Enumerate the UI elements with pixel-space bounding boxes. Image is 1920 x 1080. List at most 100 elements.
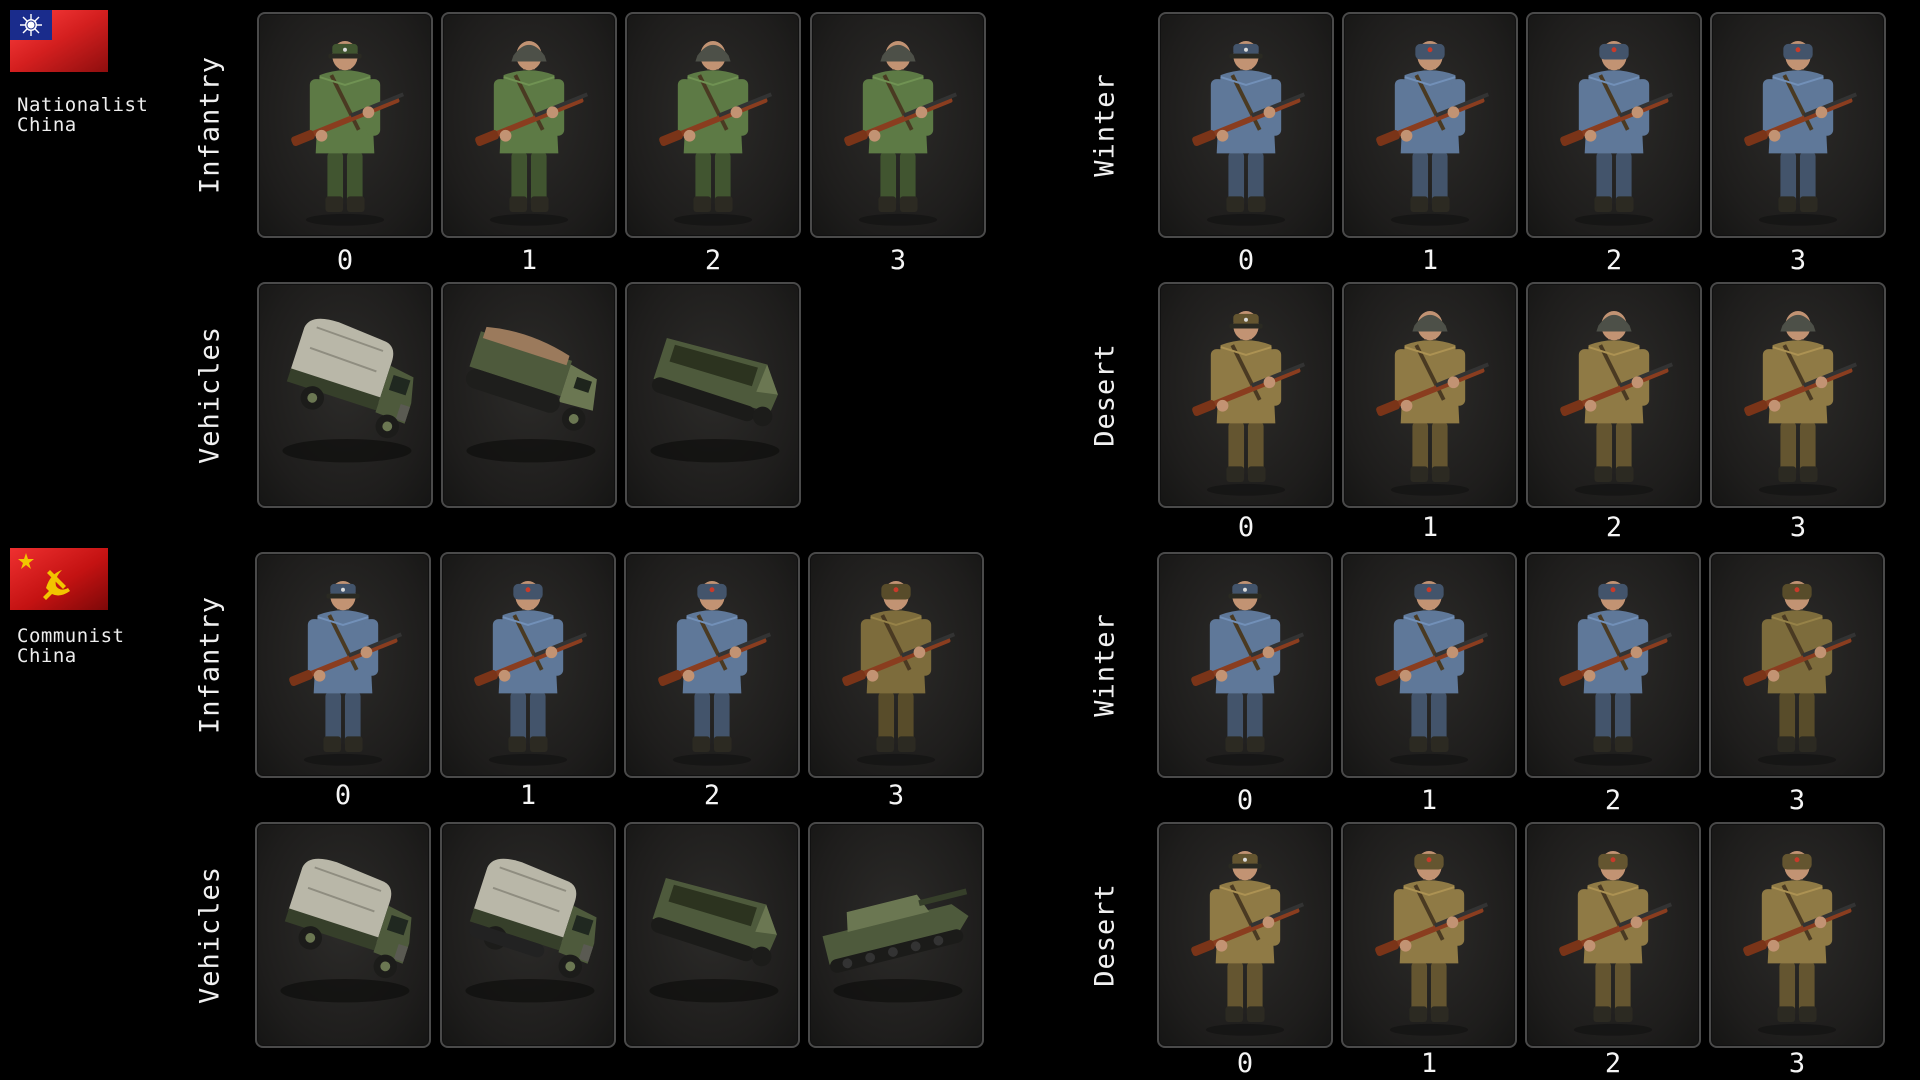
covered-halftrack-truck-icon: [465, 858, 597, 1003]
variant-number: 2: [1605, 245, 1623, 276]
variant-number: 0: [1236, 785, 1254, 816]
communist-china-flag-icon: [10, 548, 108, 610]
soldier-icon: [475, 40, 589, 226]
unit-card-communist-desert-3[interactable]: [1709, 822, 1885, 1048]
unit-card-nationalist-winter-3[interactable]: [1710, 12, 1886, 238]
variant-number: 0: [336, 245, 354, 276]
unit-card-communist-infantry-0[interactable]: [255, 552, 431, 778]
variant-number: 3: [1788, 1048, 1806, 1079]
unit-card-nationalist-infantry-2[interactable]: [625, 12, 801, 238]
soldier-icon: [1191, 850, 1305, 1036]
variant-number: 3: [887, 780, 905, 811]
soldier-icon: [1192, 310, 1306, 496]
variant-number: 1: [1420, 1048, 1438, 1079]
soldier-icon: [1376, 310, 1490, 496]
soldier-icon: [1559, 850, 1673, 1036]
nationalist-china-flag-icon: [10, 10, 108, 72]
armored-halftrack-icon: [650, 338, 780, 463]
soldier-icon: [1375, 850, 1489, 1036]
unit-card-nationalist-winter-1[interactable]: [1342, 12, 1518, 238]
unit-card-nationalist-desert-3[interactable]: [1710, 282, 1886, 508]
unit-card-communist-infantry-3[interactable]: [808, 552, 984, 778]
variant-number: 1: [519, 780, 537, 811]
soldier-icon: [1744, 310, 1858, 496]
variant-number: 3: [1789, 245, 1807, 276]
row-label-nationalist-winter: Winter: [1085, 12, 1125, 238]
unit-card-communist-vehicle-3[interactable]: [808, 822, 984, 1048]
soldier-icon: [1743, 580, 1857, 766]
faction-name-nationalist: Nationalist China: [17, 94, 149, 136]
soldier-icon: [1744, 40, 1858, 226]
variant-number: 3: [889, 245, 907, 276]
row-label-communist-vehicles: Vehicles: [190, 822, 230, 1048]
unit-card-communist-vehicle-1[interactable]: [440, 822, 616, 1048]
variant-number: 0: [1236, 1048, 1254, 1079]
soldier-icon: [1192, 40, 1306, 226]
unit-card-communist-vehicle-2[interactable]: [624, 822, 800, 1048]
unit-card-nationalist-winter-2[interactable]: [1526, 12, 1702, 238]
soldier-icon: [1376, 40, 1490, 226]
variant-number: 2: [704, 245, 722, 276]
covered-truck-icon: [280, 858, 412, 1003]
unit-card-communist-winter-2[interactable]: [1525, 552, 1701, 778]
row-label-text: Winter: [1089, 73, 1121, 177]
row-label-communist-infantry: Infantry: [190, 552, 230, 778]
variant-number: 0: [1237, 512, 1255, 543]
row-label-communist-desert: Desert: [1085, 822, 1125, 1048]
variant-number: 2: [703, 780, 721, 811]
variant-number: 2: [1604, 785, 1622, 816]
unit-card-communist-desert-2[interactable]: [1525, 822, 1701, 1048]
unit-card-nationalist-vehicle-0[interactable]: [257, 282, 433, 508]
unit-card-communist-winter-1[interactable]: [1341, 552, 1517, 778]
soldier-icon: [1191, 580, 1305, 766]
unit-card-nationalist-infantry-3[interactable]: [810, 12, 986, 238]
unit-card-nationalist-desert-0[interactable]: [1158, 282, 1334, 508]
unit-card-communist-desert-1[interactable]: [1341, 822, 1517, 1048]
variant-number: 1: [1420, 785, 1438, 816]
row-label-text: Desert: [1089, 883, 1121, 987]
variant-number: 3: [1788, 785, 1806, 816]
variant-number: 1: [1421, 245, 1439, 276]
variant-number: 1: [520, 245, 538, 276]
unit-card-communist-desert-0[interactable]: [1157, 822, 1333, 1048]
unit-card-nationalist-vehicle-2[interactable]: [625, 282, 801, 508]
row-label-text: Desert: [1089, 343, 1121, 447]
soldier-icon: [1375, 580, 1489, 766]
unit-card-nationalist-winter-0[interactable]: [1158, 12, 1334, 238]
soldier-icon: [1560, 310, 1674, 496]
unit-card-communist-infantry-1[interactable]: [440, 552, 616, 778]
unit-card-communist-winter-0[interactable]: [1157, 552, 1333, 778]
unit-card-communist-infantry-2[interactable]: [624, 552, 800, 778]
variant-number: 3: [1789, 512, 1807, 543]
soldier-icon: [1559, 580, 1673, 766]
unit-card-nationalist-infantry-1[interactable]: [441, 12, 617, 238]
variant-number: 2: [1604, 1048, 1622, 1079]
faction-name-communist: Communist China: [17, 625, 125, 667]
row-label-text: Vehicles: [194, 325, 226, 465]
row-label-nationalist-infantry: Infantry: [190, 12, 230, 238]
unit-card-nationalist-vehicle-1[interactable]: [441, 282, 617, 508]
soldier-icon: [289, 580, 403, 766]
row-label-text: Winter: [1089, 613, 1121, 717]
soldier-icon: [844, 40, 958, 226]
soldier-icon: [1743, 850, 1857, 1036]
row-label-text: Infantry: [194, 595, 226, 735]
row-label-nationalist-vehicles: Vehicles: [190, 282, 230, 508]
unit-card-communist-winter-3[interactable]: [1709, 552, 1885, 778]
unit-card-communist-vehicle-0[interactable]: [255, 822, 431, 1048]
soldier-icon: [291, 40, 405, 226]
halftrack-truck-icon: [465, 326, 597, 463]
soldier-icon: [474, 580, 588, 766]
row-label-text: Vehicles: [194, 865, 226, 1005]
unit-card-nationalist-desert-1[interactable]: [1342, 282, 1518, 508]
variant-number: 0: [1237, 245, 1255, 276]
unit-card-nationalist-infantry-0[interactable]: [257, 12, 433, 238]
soldier-icon: [658, 580, 772, 766]
row-label-nationalist-desert: Desert: [1085, 282, 1125, 508]
variant-number: 1: [1421, 512, 1439, 543]
row-label-text: Infantry: [194, 55, 226, 195]
soldier-icon: [659, 40, 773, 226]
unit-card-nationalist-desert-2[interactable]: [1526, 282, 1702, 508]
armored-halftrack-icon: [649, 878, 779, 1003]
variant-number: 2: [1605, 512, 1623, 543]
